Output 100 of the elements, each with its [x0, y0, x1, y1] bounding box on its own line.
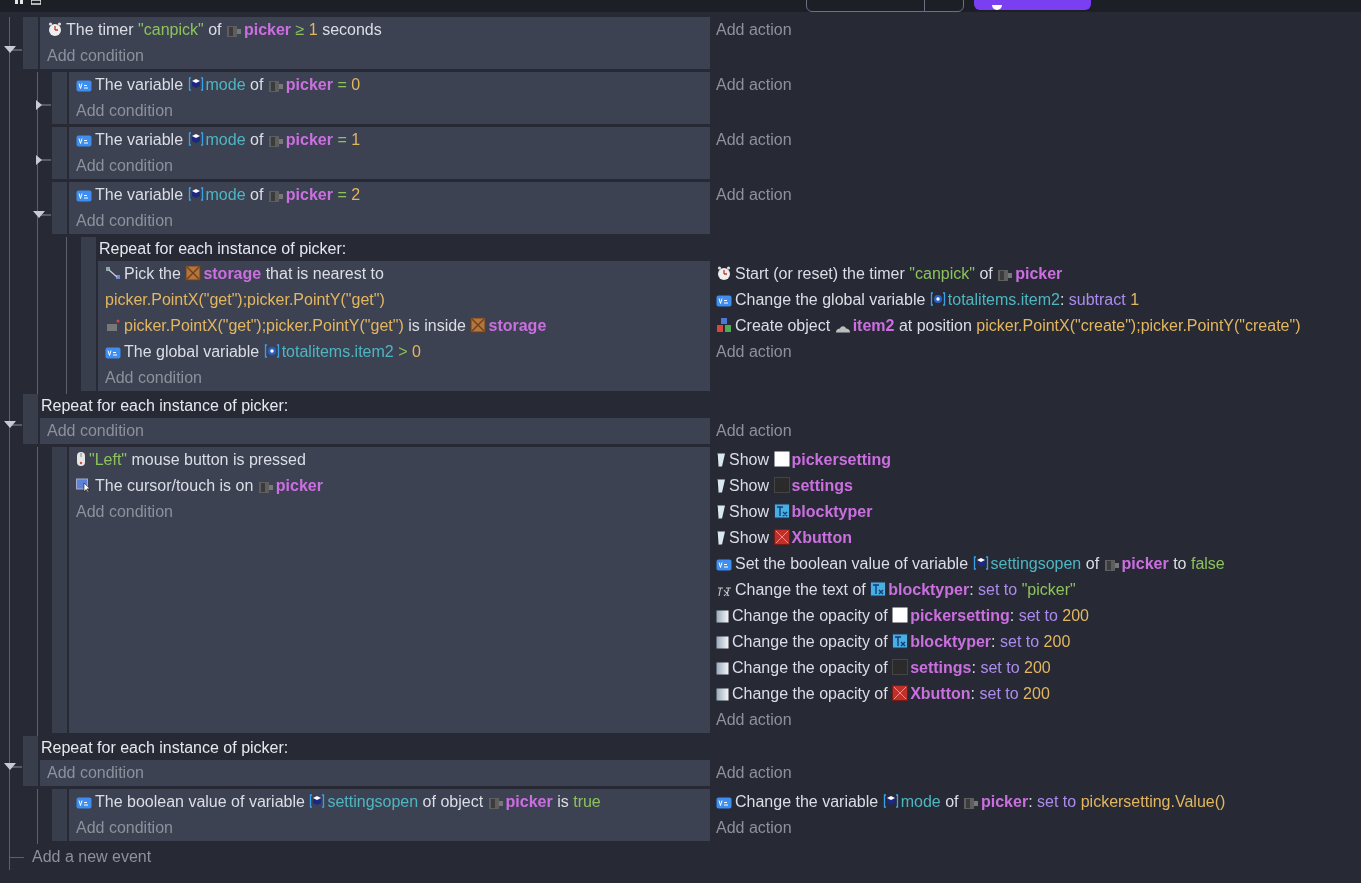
- action-text: :: [971, 659, 976, 676]
- add-event-link[interactable]: Add a new event: [32, 844, 152, 870]
- object-name: blocktyper: [791, 503, 873, 520]
- expression-text: picker.PointX("get");picker.PointY("get"): [105, 290, 386, 310]
- variable-icon: [716, 797, 732, 809]
- add-action-link[interactable]: Add action: [716, 127, 792, 153]
- opacity-icon: [716, 688, 729, 701]
- add-action-link[interactable]: Add action: [716, 339, 792, 365]
- parameter-value: 200: [1023, 685, 1050, 702]
- add-condition-link[interactable]: Add condition: [76, 815, 173, 841]
- condition-text: that is nearest to: [265, 265, 384, 282]
- event-handle[interactable]: [23, 394, 38, 444]
- cube-variable-icon: [187, 186, 204, 202]
- action-text: Change the global variable: [735, 291, 926, 308]
- toolbar-icon[interactable]: [31, 0, 41, 5]
- add-condition-link[interactable]: Add condition: [47, 43, 144, 69]
- cube-variable-icon: [309, 793, 326, 809]
- action-text: of: [979, 265, 993, 282]
- condition-text: The boolean value of variable: [95, 793, 305, 810]
- toolbar-icon[interactable]: [15, 0, 23, 5]
- condition-text: The cursor/touch is on: [95, 477, 254, 494]
- object-name: Xbutton: [791, 529, 852, 546]
- event-handle[interactable]: [52, 447, 67, 733]
- sprite-icon: [267, 136, 284, 147]
- action-text: of: [945, 793, 959, 810]
- operation-keyword: set to: [978, 581, 1018, 598]
- parameter-value: 0: [412, 343, 421, 360]
- add-condition-link[interactable]: Add condition: [105, 365, 202, 391]
- action-text: Show: [729, 477, 770, 494]
- visibility-icon: [716, 453, 726, 467]
- add-condition-link[interactable]: Add condition: [76, 98, 173, 124]
- sprite-icon: [963, 798, 979, 809]
- event-handle[interactable]: [23, 736, 38, 786]
- add-action-link[interactable]: Add action: [716, 182, 792, 208]
- condition-text: of: [250, 131, 264, 148]
- action-text: of: [1085, 555, 1100, 572]
- add-condition-link[interactable]: Add condition: [76, 208, 173, 234]
- collapse-toggle[interactable]: [32, 210, 51, 220]
- object-name: blocktyper: [888, 581, 970, 598]
- parameter-value: 2: [351, 186, 361, 203]
- opacity-icon: [716, 662, 729, 675]
- object-name: picker: [981, 793, 1029, 810]
- variable-icon: [76, 80, 92, 92]
- collapse-toggle[interactable]: [3, 420, 22, 430]
- text-icon: [716, 587, 732, 597]
- collapse-toggle[interactable]: [3, 762, 22, 772]
- object-name: picker: [275, 477, 323, 494]
- text-object-icon: [870, 581, 887, 597]
- add-condition-link[interactable]: Add condition: [76, 153, 173, 179]
- variable-icon: [716, 295, 732, 307]
- add-condition-link[interactable]: Add condition: [76, 499, 173, 525]
- sprite-icon: [267, 81, 284, 92]
- object-name: settings: [910, 659, 972, 676]
- add-action-link[interactable]: Add action: [716, 72, 792, 98]
- mouse-icon: [76, 451, 86, 467]
- event-handle[interactable]: [52, 182, 67, 234]
- visibility-icon: [716, 531, 726, 545]
- event-handle[interactable]: [52, 72, 67, 124]
- sprite-icon: [1103, 560, 1120, 571]
- condition-text: is: [557, 793, 569, 810]
- add-condition-link[interactable]: Add condition: [47, 760, 144, 786]
- object-name: picker: [505, 793, 553, 810]
- object-name: picker: [285, 76, 333, 93]
- object-name: picker: [285, 186, 333, 203]
- action-text: Start (or reset) the timer: [735, 265, 905, 282]
- expression-text: pickersetting.Value(): [1080, 793, 1226, 810]
- parameter-value: 200: [1062, 607, 1089, 624]
- parameter-value: 1: [1130, 291, 1140, 308]
- blocks-icon: [716, 317, 732, 333]
- action-text: :: [970, 685, 975, 702]
- event-handle[interactable]: [52, 789, 67, 841]
- add-condition-link[interactable]: Add condition: [47, 418, 144, 444]
- add-action-link[interactable]: Add action: [716, 815, 792, 841]
- add-action-link[interactable]: Add action: [716, 760, 792, 786]
- variable-name: totalitems.item2: [947, 291, 1060, 308]
- operation-keyword: set to: [1000, 633, 1040, 650]
- parameter-value: true: [573, 793, 601, 810]
- action-text: to: [1173, 555, 1187, 572]
- condition-text: of: [250, 76, 264, 93]
- object-name: storage: [203, 265, 262, 282]
- variable-icon: [76, 190, 92, 202]
- condition-text: of object: [422, 793, 484, 810]
- collapse-toggle[interactable]: [3, 45, 22, 55]
- operator: =: [337, 76, 347, 93]
- action-text: :: [969, 581, 974, 598]
- event-handle[interactable]: [23, 17, 38, 69]
- condition-text: The variable: [95, 186, 184, 203]
- parameter-value: 0: [351, 76, 361, 93]
- variable-icon: [716, 559, 732, 571]
- add-action-link[interactable]: Add action: [716, 418, 792, 444]
- crate-icon: [185, 265, 202, 281]
- action-text: Show: [729, 503, 770, 520]
- operator: =: [337, 186, 347, 203]
- add-action-link[interactable]: Add action: [716, 17, 792, 43]
- event-handle[interactable]: [81, 237, 96, 391]
- parameter-value: "canpick": [138, 21, 204, 38]
- object-name: picker: [1121, 555, 1169, 572]
- add-action-link[interactable]: Add action: [716, 707, 792, 733]
- event-handle[interactable]: [52, 127, 67, 179]
- sprite-icon: [487, 798, 504, 809]
